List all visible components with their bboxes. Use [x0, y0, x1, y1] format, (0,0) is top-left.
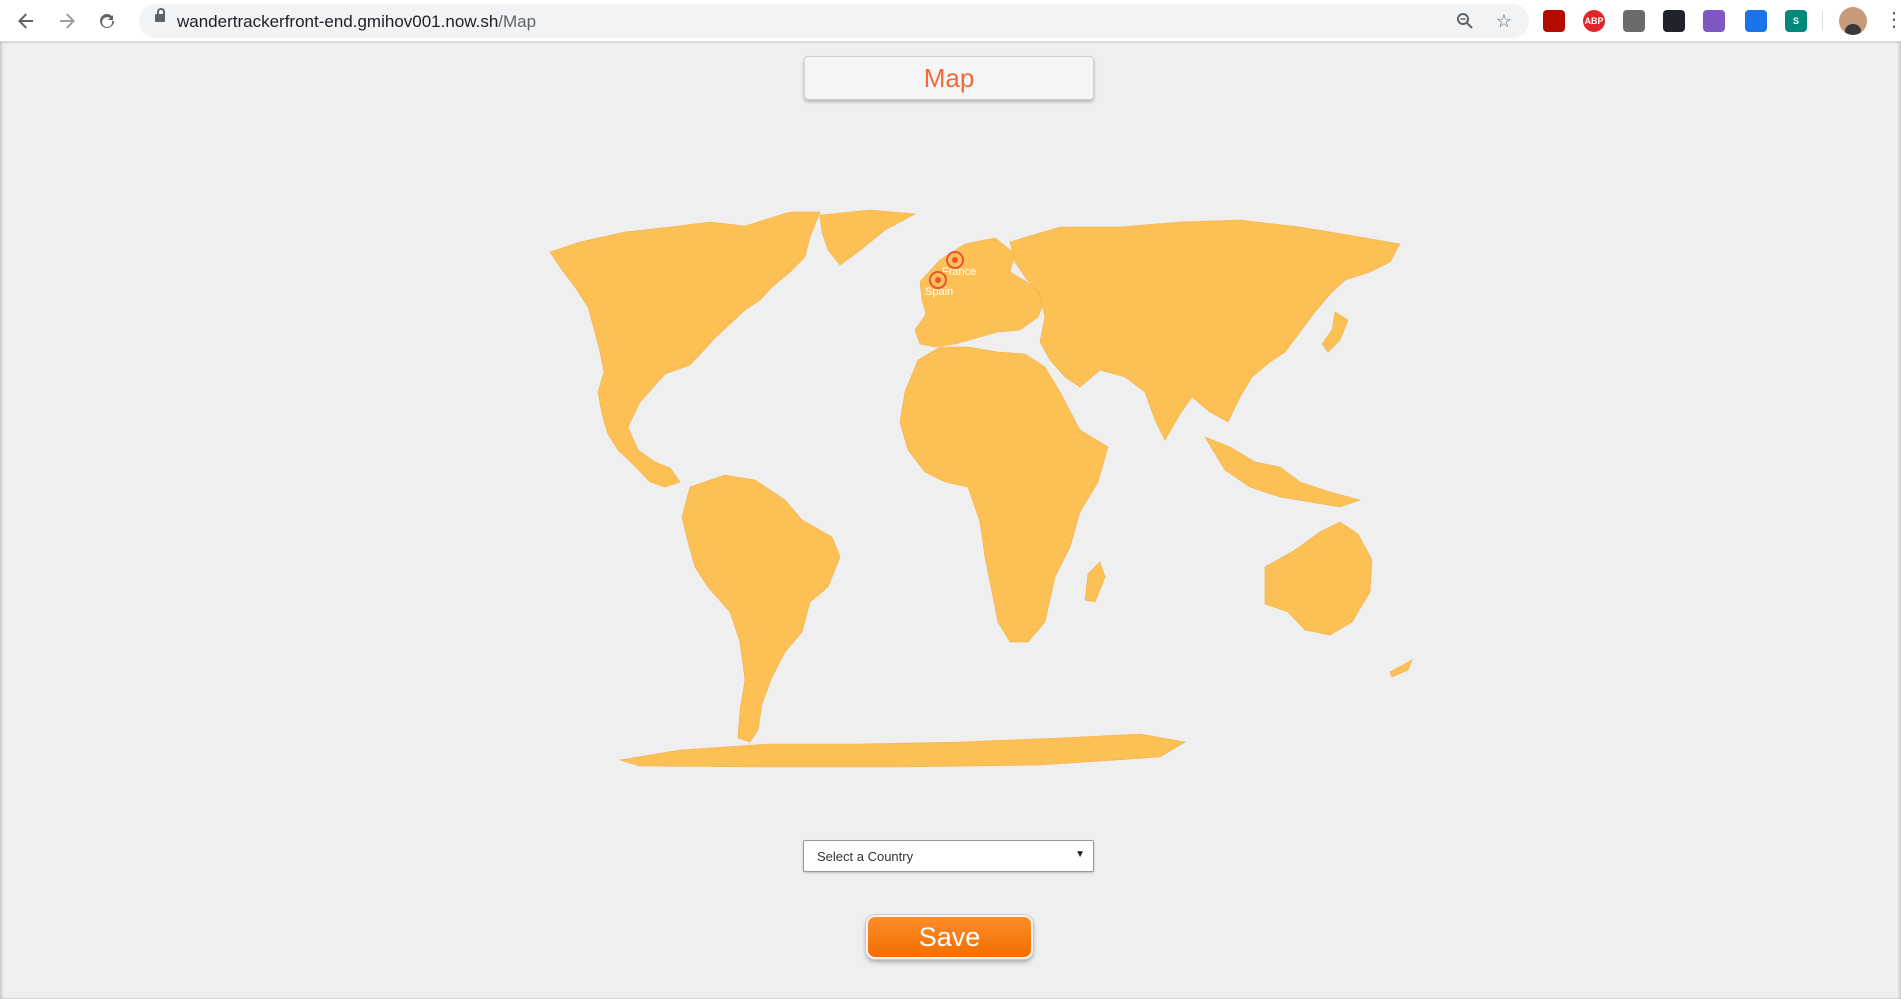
profile-avatar[interactable] [1839, 7, 1867, 35]
madagascar[interactable] [1084, 561, 1106, 603]
page-content: Map France Spain Select a Country ▼ Save [0, 42, 1901, 999]
north-america[interactable] [549, 211, 821, 488]
back-arrow-icon [18, 13, 33, 29]
marker-dot-icon [952, 257, 958, 263]
africa[interactable] [899, 346, 1109, 643]
greenland[interactable] [819, 209, 917, 266]
chevron-down-icon: ▼ [1075, 849, 1085, 860]
s-extension-icon[interactable]: S [1785, 10, 1807, 32]
bookmark-star-icon[interactable]: ☆ [1493, 10, 1515, 32]
color-wheel-extension-icon[interactable] [1703, 10, 1725, 32]
toolbar-divider [1822, 11, 1823, 31]
back-button[interactable] [12, 7, 40, 35]
browser-menu-icon[interactable]: ⋮ [1884, 10, 1901, 30]
lock-icon [155, 8, 165, 22]
new-zealand[interactable] [1389, 659, 1413, 678]
browser-toolbar: wandertrackerfront-end.gmihov001.now.sh/… [0, 0, 1901, 42]
save-button[interactable]: Save [866, 915, 1033, 959]
address-bar[interactable]: wandertrackerfront-end.gmihov001.now.sh/… [139, 4, 1529, 38]
pdf-extension-icon[interactable] [1543, 10, 1565, 32]
url-host: wandertrackerfront-end.gmihov001.now.sh [177, 12, 499, 31]
marker-label: France [942, 266, 976, 278]
marker-label: Spain [925, 286, 953, 298]
url-path: /Map [498, 12, 537, 31]
south-america[interactable] [681, 474, 841, 743]
shield-extension-icon[interactable] [1623, 10, 1645, 32]
forward-arrow-icon [60, 13, 75, 29]
reload-button[interactable] [93, 7, 121, 35]
australia[interactable] [1264, 521, 1373, 636]
eyedropper-extension-icon[interactable] [1745, 10, 1767, 32]
page-title: Map [804, 56, 1094, 100]
world-map[interactable]: France Spain [540, 182, 1420, 782]
marker-dot-icon [935, 277, 941, 283]
react-devtools-icon[interactable] [1663, 10, 1685, 32]
southeast-asia-islands[interactable] [1204, 436, 1362, 508]
zoom-icon[interactable] [1454, 10, 1476, 32]
url-text: wandertrackerfront-end.gmihov001.now.sh/… [177, 12, 536, 32]
japan[interactable] [1321, 311, 1349, 353]
country-select-value: Select a Country [817, 849, 914, 864]
land-masses [549, 209, 1413, 768]
forward-button[interactable] [53, 7, 81, 35]
adblock-extension-icon[interactable]: ABP [1583, 10, 1605, 32]
country-select[interactable]: Select a Country ▼ [803, 840, 1094, 872]
reload-icon [100, 13, 114, 28]
antarctica[interactable] [619, 733, 1186, 768]
